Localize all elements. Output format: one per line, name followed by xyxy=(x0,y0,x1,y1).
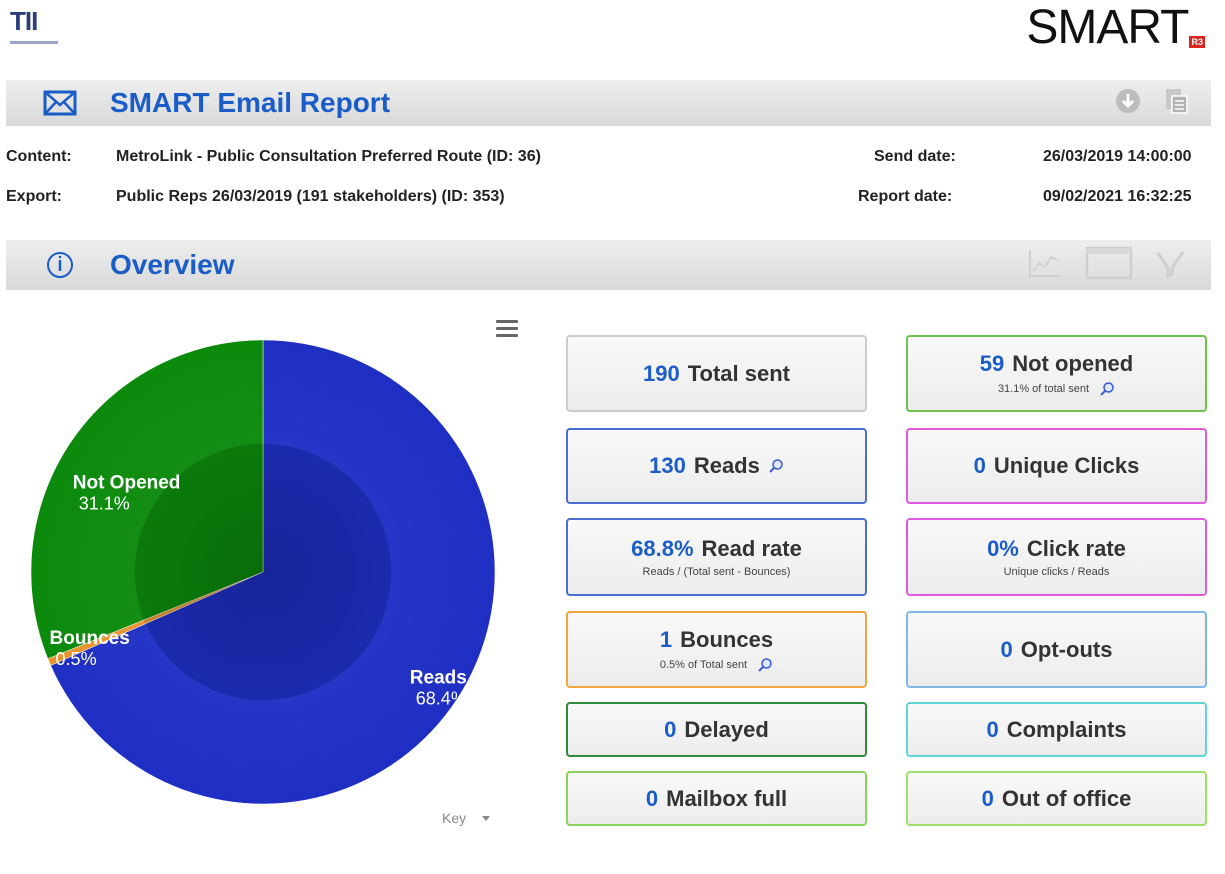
report-date-value: 09/02/2021 16:32:25 xyxy=(1043,188,1192,205)
stat-out-of-office-label: Out of office xyxy=(1001,785,1132,811)
report-header-bar: SMART Email Report xyxy=(6,80,1211,126)
window-icon[interactable] xyxy=(1085,246,1133,285)
pie-label-not-opened: Not Opened xyxy=(73,472,181,493)
stat-mailbox-full-label: Mailbox full xyxy=(666,785,788,811)
content-value: MetroLink - Public Consultation Preferre… xyxy=(116,148,541,165)
pie-chart: Reads 68.4% Bounces 0.5% Not Opened 31.1% Key xyxy=(6,320,546,850)
stat-reads-number: 130 xyxy=(649,453,686,478)
report-actions xyxy=(1115,87,1189,120)
stat-out-of-office-number: 0 xyxy=(981,785,994,811)
stat-mailbox-full-number: 0 xyxy=(645,785,659,811)
key-chevron-down-icon[interactable] xyxy=(482,816,490,821)
pie-svg: Reads68.4% Bounces0.5% Not Opened31.1% xyxy=(30,339,496,805)
stat-opt-outs[interactable]: 0 Opt-outs xyxy=(906,611,1207,688)
pie-label-bounces: Bounces xyxy=(50,628,130,649)
stat-delayed-number: 0 xyxy=(664,716,677,742)
tii-logo-text: TII xyxy=(10,6,38,36)
stat-total-sent[interactable]: 190 Total sent xyxy=(566,335,867,412)
overview-actions xyxy=(1027,246,1189,285)
stat-unique-clicks-number: 0 xyxy=(973,453,986,478)
stat-total-sent-label: Total sent xyxy=(687,360,790,386)
report-date-label: Report date: xyxy=(858,188,953,205)
stat-click-rate[interactable]: 0% Click rate Unique clicks / Reads xyxy=(906,518,1207,596)
pie-label-reads: Reads xyxy=(410,667,467,688)
chart-key-toggle[interactable]: Key xyxy=(442,810,466,826)
stat-read-rate-sub: Reads / (Total sent - Bounces) xyxy=(642,566,791,578)
document-icon[interactable] xyxy=(1163,87,1189,120)
stat-reads-label: Reads xyxy=(693,453,760,478)
pie-value-bounces: 0.5% xyxy=(56,649,97,669)
stat-out-of-office[interactable]: 0 Out of office xyxy=(906,771,1207,826)
stat-mailbox-full[interactable]: 0 Mailbox full xyxy=(566,771,867,826)
tii-logo-underline xyxy=(10,41,58,44)
pie-value-not-opened: 31.1% xyxy=(79,493,130,513)
stat-bounces-sub: 0.5% of Total sent xyxy=(659,658,748,671)
report-title: SMART Email Report xyxy=(110,87,391,118)
stat-not-opened-number: 59 xyxy=(979,350,1005,376)
stat-reads[interactable]: 130 Reads xyxy=(566,428,867,504)
envelope-icon xyxy=(40,90,80,116)
funnel-icon[interactable] xyxy=(1155,248,1189,283)
download-icon[interactable] xyxy=(1115,88,1141,119)
smart-logo-badge: R3 xyxy=(1189,36,1205,48)
send-date-value: 26/03/2019 14:00:00 xyxy=(1043,148,1192,165)
stat-not-opened-label: Not opened xyxy=(1012,350,1134,376)
stat-read-rate-label: Read rate xyxy=(701,536,802,561)
zoom-icon[interactable] xyxy=(768,458,784,474)
send-date-label: Send date: xyxy=(874,148,956,165)
content-label: Content: xyxy=(6,148,72,165)
stat-opt-outs-label: Opt-outs xyxy=(1020,636,1113,662)
zoom-icon[interactable] xyxy=(1099,381,1115,397)
stat-unique-clicks[interactable]: 0 Unique Clicks xyxy=(906,428,1207,504)
smart-logo: SMART R3 xyxy=(1026,4,1205,52)
line-chart-icon[interactable] xyxy=(1027,247,1063,284)
smart-logo-text: SMART xyxy=(1026,1,1189,54)
stat-read-rate[interactable]: 68.8% Read rate Reads / (Total sent - Bou… xyxy=(566,518,867,596)
stat-bounces[interactable]: 1 Bounces 0.5% of Total sent xyxy=(566,611,867,688)
stat-not-opened[interactable]: 59 Not opened 31.1% of total sent xyxy=(906,335,1207,412)
stat-bounces-label: Bounces xyxy=(680,626,774,652)
chart-menu-icon[interactable] xyxy=(496,320,518,338)
overview-bar: Overview xyxy=(6,240,1211,290)
stat-delayed[interactable]: 0 Delayed xyxy=(566,702,867,757)
stat-opt-outs-number: 0 xyxy=(1000,636,1013,662)
stat-click-rate-label: Click rate xyxy=(1026,536,1126,561)
stat-complaints-number: 0 xyxy=(986,716,999,742)
export-label: Export: xyxy=(6,188,62,205)
stat-complaints[interactable]: 0 Complaints xyxy=(906,702,1207,757)
info-icon xyxy=(40,251,80,279)
stat-delayed-label: Delayed xyxy=(684,716,769,742)
stat-click-rate-number: 0% xyxy=(987,536,1019,561)
stat-complaints-label: Complaints xyxy=(1006,716,1127,742)
zoom-icon[interactable] xyxy=(757,657,773,673)
stat-read-rate-number: 68.8% xyxy=(631,536,694,561)
stat-not-opened-sub: 31.1% of total sent xyxy=(997,382,1090,395)
overview-title: Overview xyxy=(110,249,235,280)
tii-logo: TII xyxy=(10,6,70,50)
stat-click-rate-sub: Unique clicks / Reads xyxy=(1003,566,1110,578)
stat-total-sent-number: 190 xyxy=(643,360,680,386)
export-value: Public Reps 26/03/2019 (191 stakeholders… xyxy=(116,188,505,205)
stat-unique-clicks-label: Unique Clicks xyxy=(993,453,1140,478)
stat-bounces-number: 1 xyxy=(659,626,673,652)
pie-value-reads: 68.4% xyxy=(416,688,467,708)
